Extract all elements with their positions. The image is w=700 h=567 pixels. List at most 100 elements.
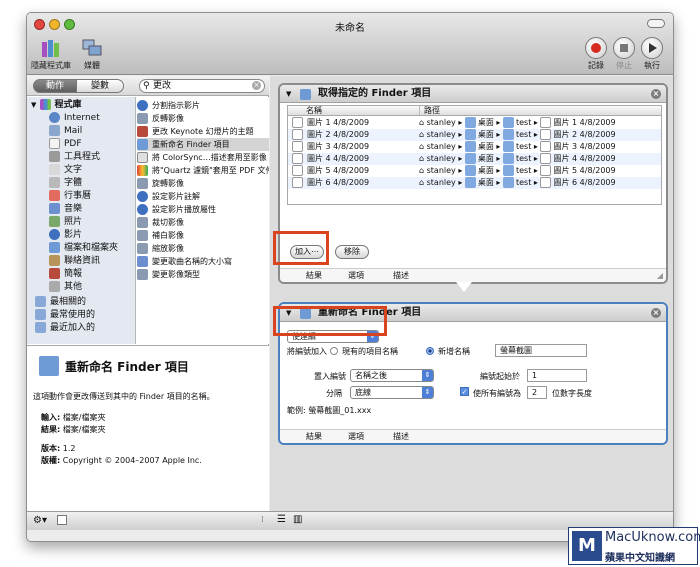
resize-grip-icon[interactable]: ◢	[657, 269, 663, 282]
action-item[interactable]: 設定影片播放屬性	[137, 203, 269, 216]
action-item[interactable]: 更改 Keynote 幻燈片的主題	[137, 125, 269, 138]
start-at-field[interactable]: 1	[527, 369, 587, 382]
all-numbers-checkbox[interactable]: ✓	[460, 387, 469, 396]
run-label: 執行	[644, 61, 660, 70]
search-field[interactable]: ⚲ 更改 ×	[139, 79, 265, 93]
finder-icon	[137, 139, 148, 150]
action-label: 變更影像類型	[152, 270, 200, 279]
library-item-calendar[interactable]: 行事曆	[27, 190, 136, 203]
gear-icon[interactable]: ⚙▾	[33, 515, 47, 526]
record-button[interactable]	[585, 37, 607, 59]
folder-icon	[503, 141, 514, 152]
close-icon[interactable]: ×	[651, 89, 661, 99]
path-file: 圖片 5 4/8/2009	[553, 166, 616, 175]
tab-results[interactable]: 結果	[306, 269, 322, 282]
disclosure-triangle-icon[interactable]: ▼	[31, 101, 36, 109]
action-item[interactable]: 旋轉影像	[137, 177, 269, 190]
path-folder: test	[516, 154, 532, 163]
library-item-contacts[interactable]: 聯絡資訊	[27, 255, 136, 268]
library-item-movies[interactable]: 影片	[27, 229, 136, 242]
x-tools-icon	[49, 281, 60, 292]
action-label: 裁切影像	[152, 218, 184, 227]
home-icon: ⌂	[419, 166, 425, 175]
library-item-text[interactable]: 文字	[27, 164, 136, 177]
radio-new-name[interactable]	[426, 347, 434, 355]
path-folder: test	[516, 130, 532, 139]
stop-button[interactable]	[613, 37, 635, 59]
action-item[interactable]: 變更影像類型	[137, 268, 269, 281]
tab-description[interactable]: 描述	[393, 269, 409, 282]
close-icon[interactable]: ×	[651, 308, 661, 318]
media-label: 媒體	[84, 61, 100, 70]
panel1-footer-tabs: 結果 選項 描述 ◢	[280, 268, 666, 282]
home-icon: ⌂	[419, 154, 425, 163]
library-item-presentations[interactable]: 簡報	[27, 268, 136, 281]
action-item[interactable]: 將"Quartz 濾鏡"套用至 PDF 文件	[137, 164, 269, 177]
smart-group-most-relevant[interactable]: 最相關的	[27, 296, 136, 309]
toolbar-toggle-button[interactable]	[647, 19, 665, 28]
library-item-music[interactable]: 音樂	[27, 203, 136, 216]
action-item[interactable]: 將 ColorSync…描述套用至影像	[137, 151, 269, 164]
tab-actions[interactable]: 動作	[33, 79, 77, 93]
action-item[interactable]: 縮放影像	[137, 242, 269, 255]
action-item-selected[interactable]: 重新命名 Finder 項目	[137, 138, 269, 151]
folder-icon	[464, 141, 476, 152]
library-item-label: 其他	[64, 282, 83, 292]
column-view-icon[interactable]: ▥	[293, 514, 302, 525]
action-item[interactable]: 補白影像	[137, 229, 269, 242]
search-input[interactable]: 更改	[153, 81, 171, 91]
library-root-item[interactable]: ▼ 程式庫	[27, 99, 136, 112]
column-header-name[interactable]: 名稱	[288, 106, 420, 116]
table-row[interactable]: 圖片 3 4/8/2009 ⌂ stanley ▸ 桌面 ▸ test ▸ 圖片 …	[288, 141, 661, 153]
place-number-select[interactable]: 名稱之後 ⇕	[350, 369, 434, 382]
tab-options[interactable]: 選項	[348, 269, 364, 282]
smart-group-recently-added[interactable]: 最近加入的	[27, 322, 136, 335]
media-icon[interactable]	[81, 38, 103, 58]
library-item-files-folders[interactable]: 檔案和檔案夾	[27, 242, 136, 255]
path-desktop: 桌面	[477, 130, 494, 139]
disclosure-triangle-icon[interactable]: ▼	[286, 85, 291, 103]
column-header-path[interactable]: 路徑	[420, 106, 661, 116]
library-item-internet[interactable]: Internet	[27, 112, 136, 125]
description-toggle-icon[interactable]	[57, 515, 67, 525]
table-row[interactable]: 圖片 5 4/8/2009 ⌂ stanley ▸ 桌面 ▸ test ▸ 圖片 …	[288, 165, 661, 177]
quicktime-icon	[137, 191, 148, 202]
list-view-icon[interactable]: ☰	[277, 514, 286, 525]
folder-icon	[503, 153, 514, 164]
tab-description[interactable]: 描述	[393, 430, 409, 443]
action-item[interactable]: 設定影片註解	[137, 190, 269, 203]
library-item-utilities[interactable]: 工具程式	[27, 151, 136, 164]
tab-options[interactable]: 選項	[348, 430, 364, 443]
action-item[interactable]: 反轉影像	[137, 112, 269, 125]
text-icon	[49, 164, 60, 175]
remove-button[interactable]: 移除	[335, 245, 369, 259]
table-row[interactable]: 圖片 6 4/8/2009 ⌂ stanley ▸ 桌面 ▸ test ▸ 圖片 …	[288, 177, 661, 189]
library-item-mail[interactable]: Mail	[27, 125, 136, 138]
copyright-row: 版權: Copyright © 2004–2007 Apple Inc.	[41, 455, 202, 466]
clear-search-icon[interactable]: ×	[252, 81, 261, 90]
library-item-other[interactable]: 其他	[27, 281, 136, 294]
tab-variables[interactable]: 變數	[76, 79, 124, 93]
run-button[interactable]	[641, 37, 663, 59]
action-item[interactable]: 裁切影像	[137, 216, 269, 229]
new-name-field[interactable]: 螢幕截圖	[495, 344, 587, 357]
smart-group-most-used[interactable]: 最常使用的	[27, 309, 136, 322]
description-title: 重新命名 Finder 項目	[65, 360, 189, 374]
library-item-pdf[interactable]: PDF	[27, 138, 136, 151]
library-icon[interactable]	[41, 38, 61, 58]
action-item[interactable]: 變更歌曲名稱的大小寫	[137, 255, 269, 268]
tab-results[interactable]: 結果	[306, 430, 322, 443]
result-label: 結果:	[41, 425, 61, 434]
library-item-photos[interactable]: 照片	[27, 216, 136, 229]
address-book-icon	[49, 255, 60, 266]
digits-field[interactable]: 2	[527, 386, 547, 399]
table-row[interactable]: 圖片 2 4/8/2009 ⌂ stanley ▸ 桌面 ▸ test ▸ 圖片 …	[288, 129, 661, 141]
table-row[interactable]: 圖片 4 4/8/2009 ⌂ stanley ▸ 桌面 ▸ test ▸ 圖片 …	[288, 153, 661, 165]
splitter-handle-icon[interactable]: ⁞	[261, 515, 264, 525]
action-item[interactable]: 分割指示影片	[137, 99, 269, 112]
table-row[interactable]: 圖片 1 4/8/2009 ⌂ stanley ▸ 桌面 ▸ test ▸ 圖片 …	[288, 117, 661, 129]
preview-icon	[137, 269, 148, 280]
separator-select[interactable]: 底線 ⇕	[350, 386, 434, 399]
library-item-fonts[interactable]: 字體	[27, 177, 136, 190]
radio-existing-name[interactable]	[330, 347, 338, 355]
